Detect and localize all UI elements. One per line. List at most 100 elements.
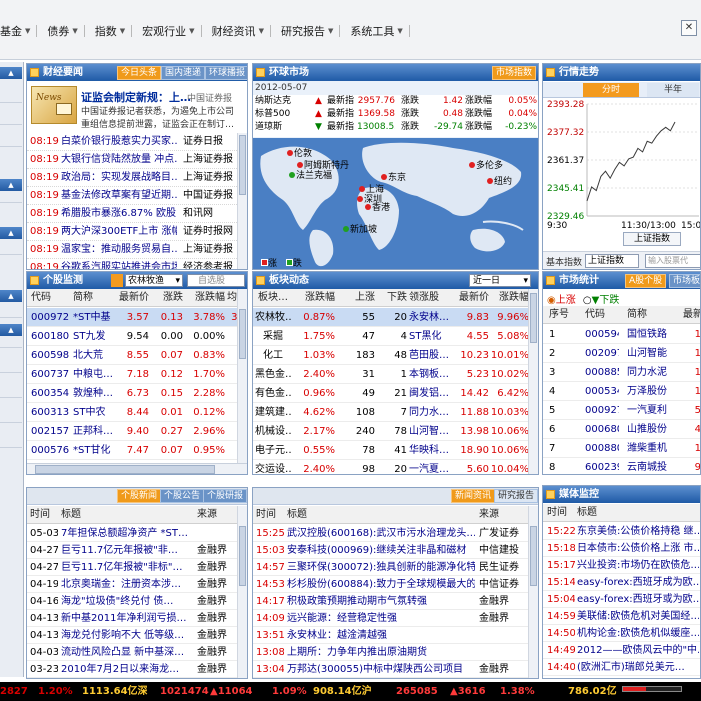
city-marker[interactable]: 香港 — [365, 200, 390, 213]
h-scrollbar[interactable] — [27, 463, 247, 474]
market-index-row[interactable]: 纳斯达克 ▲ 最新指 2957.76 涨跌 1.42 涨跌幅 0.05% — [253, 95, 538, 108]
news-item[interactable]: 08:19 温家宝：推动服务贸易自… 上海证券报 — [27, 241, 237, 259]
tab-stock-news[interactable]: 个股新闻 — [117, 489, 162, 503]
table-row[interactable]: 002157正邦科…9.400.272.96%9. — [27, 422, 239, 441]
scroll-thumb[interactable] — [530, 526, 537, 586]
table-row[interactable]: 14:49 2012——欧债风云中的"中… — [543, 642, 700, 659]
news-item[interactable]: 08:19 希腊股市暴涨6.87% 欧股… 和讯网 — [27, 205, 237, 223]
table-row[interactable]: 15:22 东京美债:公债价格持稳 继… — [543, 523, 700, 540]
city-marker[interactable]: 东京 — [381, 170, 406, 183]
tab-stock-notice[interactable]: 个股公告 — [160, 489, 205, 503]
table-row[interactable]: 05-03 7年担保总额超净资产 *ST… — [27, 525, 239, 542]
tab-news-info[interactable]: 新闻资讯 — [451, 489, 496, 503]
table-row[interactable]: 6 000680 山推股份 4 — [543, 420, 700, 439]
column-header[interactable]: 领涨股 — [409, 289, 449, 307]
table-row[interactable]: 600354敦煌种…6.730.152.28%6. — [27, 384, 239, 403]
stock-search-input[interactable]: 输入股票代 — [645, 254, 700, 268]
news-item[interactable]: 08:19谷歌系汽服实站推进会市场… 经济参考报 — [27, 259, 237, 269]
table-row[interactable]: 3 000885 同力水泥 1 — [543, 363, 700, 382]
h-scroll-thumb[interactable] — [35, 465, 215, 474]
table-row[interactable]: 交运设… 2.40% 98 20 一汽夏… 5.60 10.04% — [253, 460, 530, 474]
table-row[interactable]: 14:40 (欧洲汇市)瑞郎兑美元… — [543, 659, 700, 676]
table-row[interactable]: 04-27 巨亏11.7亿年报被"非标"… 金融界 — [27, 559, 239, 576]
column-header[interactable]: 最新价 — [115, 289, 149, 307]
table-row[interactable]: 04-03 流动性风险凸显 新中基深… 金融界 — [27, 644, 239, 661]
table-row[interactable]: 04-16 海龙"垃圾债"终兑付 债… 金融界 — [27, 593, 239, 610]
scrollbar[interactable] — [237, 289, 247, 463]
column-header[interactable]: 标题 — [61, 506, 193, 524]
table-row[interactable]: 2 002097 山河智能 1 — [543, 344, 700, 363]
tab-global[interactable]: 环球播报 — [205, 66, 247, 80]
table-row[interactable]: 14:09 远兴能源：经营稳定性强 金融界 — [253, 610, 530, 627]
menu-item[interactable]: 宏观行业 ▼ — [142, 23, 202, 39]
scroll-thumb[interactable] — [239, 135, 246, 195]
expand-up-icon[interactable]: ▲ — [0, 324, 22, 336]
table-row[interactable]: 04-13 海龙兑付影响不大 低等级… 金融界 — [27, 627, 239, 644]
tab-today-headline[interactable]: 今日头条 — [117, 66, 162, 80]
table-row[interactable]: 13:04 万邦达(300055)中标中煤陕西公司项目 金融界 — [253, 661, 530, 678]
table-row[interactable]: 14:17 积极政策预期推动期市气氛转强 金融界 — [253, 593, 530, 610]
menu-item[interactable]: 债券 ▼ — [47, 23, 85, 39]
column-header[interactable]: 来源 — [197, 506, 237, 524]
column-header[interactable]: 标题 — [577, 504, 699, 522]
menu-item[interactable]: 研究报告 ▼ — [281, 23, 341, 39]
table-row[interactable]: 15:17 兴业投资:市场仍在欧债危… — [543, 557, 700, 574]
table-row[interactable]: 600180ST九发9.540.000.00%9. — [27, 327, 239, 346]
column-header[interactable]: 来源 — [479, 506, 529, 524]
news-item[interactable]: 08:19 大银行信贷陆然放量 冲点… 上海证券报 — [27, 151, 237, 169]
table-row[interactable]: 600737中粮屯…7.180.121.70%7. — [27, 365, 239, 384]
market-index-row[interactable]: 道琼斯 ▼ 最新指13008.53 涨跌 -29.74涨跌幅 -0.23% — [253, 121, 538, 134]
column-header[interactable]: 涨跌 — [151, 289, 183, 307]
menu-item[interactable]: 基金 ▼ — [0, 23, 38, 39]
city-marker[interactable]: 新加坡 — [343, 222, 377, 235]
table-row[interactable]: 化工 1.03% 183 48 芭田股… 10.23 10.01% — [253, 346, 530, 365]
expand-up-icon[interactable]: ▲ — [0, 179, 22, 191]
tab-domestic[interactable]: 国内速递 — [161, 66, 206, 80]
city-marker[interactable]: 多伦多 — [469, 158, 503, 171]
menu-item[interactable]: 指数 ▼ — [95, 23, 133, 39]
table-row[interactable]: 600598北大荒8.550.070.83%8. — [27, 346, 239, 365]
table-row[interactable]: 电子元… 0.55% 78 41 华映科… 18.90 10.06% — [253, 441, 530, 460]
column-header[interactable]: 涨跌幅 — [489, 289, 529, 307]
watchlist-select[interactable]: 自选股 — [187, 274, 245, 287]
tab-research-report[interactable]: 研究报告 — [494, 489, 538, 503]
table-row[interactable]: 14:59 美联储:欧债危机对美国经… — [543, 608, 700, 625]
table-row[interactable]: 13:51 永安林业：越淦清越强 — [253, 627, 530, 644]
table-row[interactable]: 14:57 三聚环保(300072):独具创新的能源净化特… 民生证券 — [253, 559, 530, 576]
news-item[interactable]: 08:19 基金法修改草案有望近期… 中国证券报 — [27, 187, 237, 205]
table-row[interactable]: 4 000534 万泽股份 1 — [543, 382, 700, 401]
scrollbar[interactable] — [528, 506, 538, 678]
table-row[interactable]: 有色金… 0.96% 49 21 闽发铝… 14.42 6.42% — [253, 384, 530, 403]
menu-item[interactable]: 财经资讯 ▼ — [212, 23, 271, 39]
news-item[interactable]: 08:19 政治局：实现发展战略目… 上海证券报 — [27, 169, 237, 187]
collapse-icon[interactable]: ▲ — [0, 67, 22, 79]
table-row[interactable]: 农林牧… 0.87% 55 20 永安林… 9.83 9.96% — [253, 308, 530, 327]
period-select[interactable]: 近一日 ▾ — [469, 274, 531, 287]
city-marker[interactable]: 纽约 — [487, 174, 512, 187]
tab-a-shares[interactable]: A股个股 — [625, 274, 667, 288]
column-header[interactable]: 标题 — [287, 506, 475, 524]
menu-item[interactable]: 系统工具 ▼ — [350, 23, 410, 39]
column-header[interactable]: 板块… — [255, 289, 291, 307]
expand-up-icon[interactable]: ▲ — [0, 227, 22, 239]
city-marker[interactable]: 法兰克福 — [289, 168, 332, 181]
column-header[interactable]: 时间 — [256, 506, 284, 524]
column-header[interactable]: 序号 — [549, 306, 569, 324]
table-row[interactable]: 7 000880 潍柴重机 1 — [543, 439, 700, 458]
table-row[interactable]: 1 000594 国恒铁路 1 — [543, 325, 700, 344]
scrollbar[interactable] — [237, 506, 247, 678]
tab-market-index[interactable]: 市场指数 — [492, 66, 537, 80]
industry-select[interactable]: 农林牧渔 ▾ — [125, 274, 183, 287]
tab-intraday[interactable]: 分时 — [583, 83, 639, 97]
close-icon[interactable]: ✕ — [681, 20, 697, 36]
column-header[interactable]: 最新 — [683, 306, 700, 324]
news-item[interactable]: 08:19两大沪深300ETF上市 涨幅… 证券时报网 — [27, 223, 237, 241]
scroll-thumb[interactable] — [530, 293, 537, 343]
table-row[interactable]: 14:53 杉杉股份(600884):致力于全球规模最大的… 中信证券 — [253, 576, 530, 593]
column-header[interactable]: 时间 — [30, 506, 58, 524]
table-row[interactable]: 采掘 1.75% 47 4 ST黑化 4.55 5.08% — [253, 327, 530, 346]
table-row[interactable]: 机械设… 2.17% 240 78 山河智… 13.98 10.06% — [253, 422, 530, 441]
table-row[interactable]: 黑色金… 2.40% 31 1 本钢板… 5.23 10.02% — [253, 365, 530, 384]
scrollbar[interactable] — [528, 289, 538, 474]
table-row[interactable]: 14:50 机构论金:欧债危机似缓座… — [543, 625, 700, 642]
